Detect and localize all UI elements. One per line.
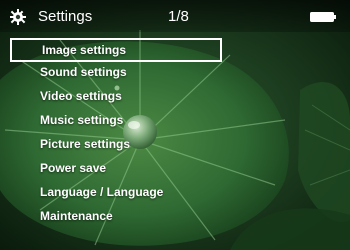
menu-item-label: Picture settings: [40, 137, 131, 151]
menu-item-image-settings[interactable]: Image settings: [10, 38, 222, 62]
menu-item-maintenance[interactable]: Maintenance: [10, 206, 222, 230]
menu-item-power-save[interactable]: Power save: [10, 158, 222, 182]
menu-item-label: Image settings: [42, 43, 127, 57]
gear-icon: [10, 9, 26, 25]
menu-item-music-settings[interactable]: Music settings: [10, 110, 222, 134]
menu-item-label: Language / Language: [40, 185, 164, 199]
settings-screen: Settings 1/8 Image settings Sound settin…: [0, 0, 350, 250]
menu-item-sound-settings[interactable]: Sound settings: [10, 62, 222, 86]
header-bar: Settings 1/8: [0, 0, 350, 32]
menu-item-label: Video settings: [40, 89, 122, 103]
page-indicator: 1/8: [168, 8, 189, 25]
menu-item-video-settings[interactable]: Video settings: [10, 86, 222, 110]
battery-icon: [310, 12, 336, 22]
settings-menu: Image settings Sound settings Video sett…: [10, 38, 222, 230]
menu-item-label: Music settings: [40, 113, 124, 127]
page-title: Settings: [38, 8, 93, 25]
menu-item-label: Maintenance: [40, 209, 113, 223]
menu-item-picture-settings[interactable]: Picture settings: [10, 134, 222, 158]
menu-item-language[interactable]: Language / Language: [10, 182, 222, 206]
menu-item-label: Power save: [40, 161, 107, 175]
menu-item-label: Sound settings: [40, 65, 127, 79]
